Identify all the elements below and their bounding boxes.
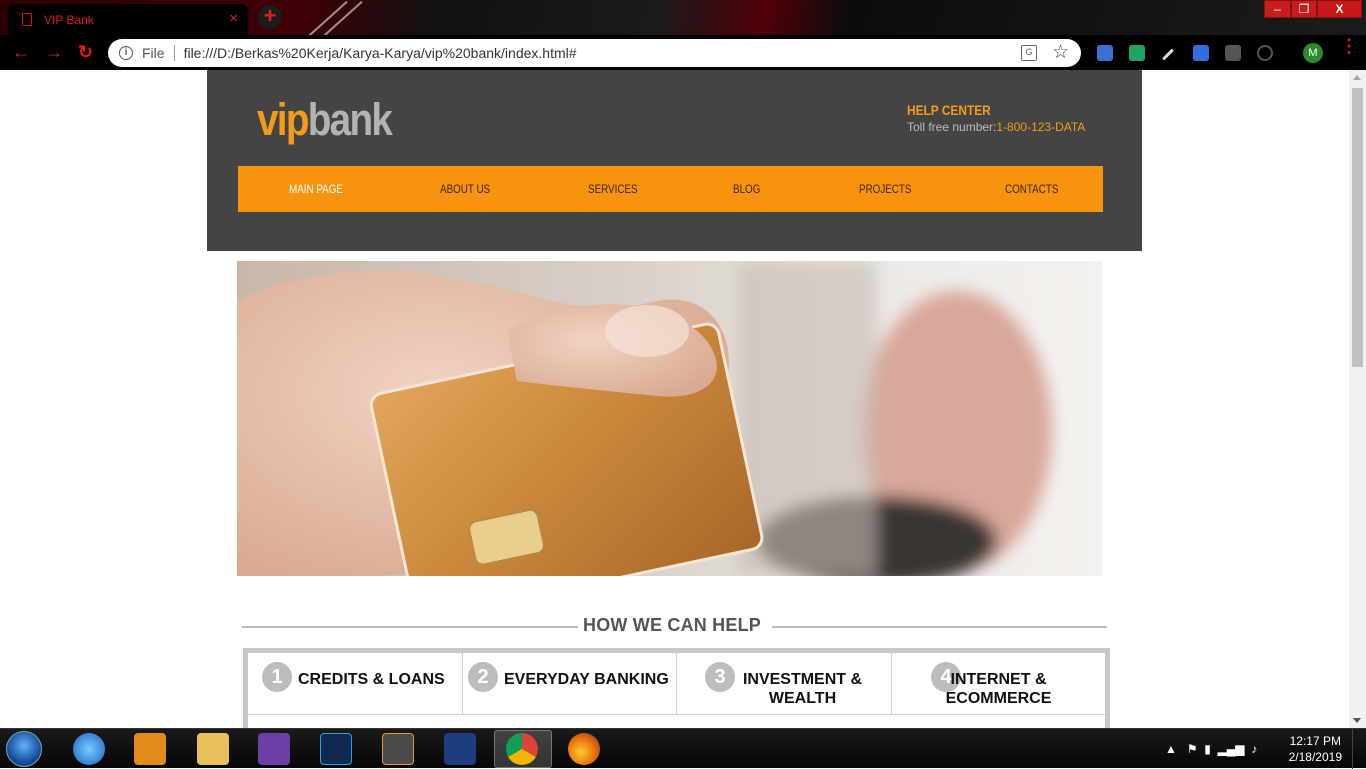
toll-free-line: Toll free number:1-800-123-DATA xyxy=(907,120,1085,134)
maximize-button[interactable]: ❐ xyxy=(1291,0,1317,18)
document-icon xyxy=(22,13,32,26)
feature-card[interactable]: 1 CREDITS & LOANS xyxy=(248,653,463,715)
forward-button[interactable]: → xyxy=(45,42,63,63)
clock-date: 2/18/2019 xyxy=(1288,750,1342,764)
browser-tab[interactable]: VIP Bank × xyxy=(8,4,248,35)
toll-free-number[interactable]: 1-800-123-DATA xyxy=(996,120,1085,134)
windows-taskbar: ▲ ⚑ ▮ ▂▄▆ ♪ 12:17 PM 2/18/2019 xyxy=(0,728,1366,769)
address-bar[interactable]: i File file:///D:/Berkas%20Kerja/Karya-K… xyxy=(108,39,1081,67)
theme-decoration xyxy=(309,0,363,35)
file-explorer-icon[interactable] xyxy=(197,733,229,765)
photoshop-icon[interactable] xyxy=(320,733,352,765)
show-desktop-button[interactable] xyxy=(1352,729,1366,769)
feature-card[interactable]: 3 INVESTMENT & WEALTH xyxy=(677,653,892,715)
url-text[interactable]: file:///D:/Berkas%20Kerja/Karya-Karya/vi… xyxy=(184,45,577,61)
reload-button[interactable]: ↻ xyxy=(78,42,93,63)
profile-avatar[interactable]: M xyxy=(1303,43,1323,63)
media-player-icon[interactable] xyxy=(134,733,166,765)
chrome-icon[interactable] xyxy=(506,733,538,765)
new-tab-button[interactable]: + xyxy=(258,5,282,29)
feature-card[interactable]: 2 EVERYDAY BANKING xyxy=(463,653,677,715)
pen-extension-icon[interactable] xyxy=(1161,48,1175,61)
clock-time: 12:17 PM xyxy=(1289,734,1341,748)
nav-main-page[interactable]: MAIN PAGE xyxy=(289,182,343,196)
vipbank-logo[interactable]: vipbank xyxy=(257,94,393,146)
bookmark-star-icon[interactable]: ☆ xyxy=(1052,41,1069,64)
feature-number-badge: 2 xyxy=(468,662,498,692)
site-header: vipbank HELP CENTER Toll free number:1-8… xyxy=(207,70,1142,251)
how-we-can-help-heading: HOW WE CAN HELP xyxy=(242,615,1107,637)
help-center: HELP CENTER Toll free number:1-800-123-D… xyxy=(907,102,1085,134)
extension-icon[interactable] xyxy=(1257,45,1273,61)
feature-title: INTERNET & ECOMMERCE xyxy=(945,671,1052,707)
sublime-text-icon[interactable] xyxy=(382,733,414,765)
hand-with-credit-card-illustration xyxy=(237,261,1102,576)
flag-extension-icon[interactable] xyxy=(1129,45,1145,61)
toll-free-label: Toll free number: xyxy=(907,120,997,134)
feature-title: EVERYDAY BANKING xyxy=(504,671,669,688)
scroll-up-arrow-icon[interactable] xyxy=(1353,75,1361,80)
browser-menu-icon[interactable]: ⋮ xyxy=(1340,37,1358,55)
feature-title: INVESTMENT & WEALTH xyxy=(742,671,863,707)
scrollbar-thumb[interactable] xyxy=(1352,88,1363,367)
system-tray[interactable]: ▲ ⚑ ▮ ▂▄▆ ♪ xyxy=(1165,742,1257,756)
hero-image xyxy=(237,261,1102,576)
system-clock[interactable]: 12:17 PM 2/18/2019 xyxy=(1289,733,1342,765)
heading-rule-left xyxy=(242,626,578,628)
minimize-button[interactable]: – xyxy=(1264,0,1291,18)
close-tab-icon[interactable]: × xyxy=(229,10,238,27)
section-title: HOW WE CAN HELP xyxy=(583,615,761,635)
back-button[interactable]: ← xyxy=(12,42,30,63)
browser-toolbar: ← → ↻ i File file:///D:/Berkas%20Kerja/K… xyxy=(0,35,1366,70)
feature-title: CREDITS & LOANS xyxy=(298,671,445,688)
browser-tab-strip: VIP Bank × + – ❐ X xyxy=(0,0,1366,35)
extension-icon[interactable] xyxy=(1097,45,1113,61)
page-viewport: vipbank HELP CENTER Toll free number:1-8… xyxy=(0,70,1349,728)
services-grid: 1 CREDITS & LOANS 2 EVERYDAY BANKING 3 I… xyxy=(243,648,1110,728)
translate-extension-icon[interactable] xyxy=(1193,45,1209,61)
logo-bank-text: bank xyxy=(307,94,393,145)
feature-number-badge: 1 xyxy=(262,662,292,692)
window-controls: – ❐ X xyxy=(1264,0,1362,18)
help-center-title: HELP CENTER xyxy=(907,102,991,118)
nav-projects[interactable]: PROJECTS xyxy=(859,182,911,196)
tab-title: VIP Bank xyxy=(44,12,94,27)
firefox-icon[interactable] xyxy=(568,733,600,765)
nav-about-us[interactable]: ABOUT US xyxy=(440,182,490,196)
heading-rule-right xyxy=(772,626,1107,628)
extension-icon[interactable] xyxy=(1225,45,1241,61)
nav-contacts[interactable]: CONTACTS xyxy=(1005,182,1058,196)
logo-vip-text: vip xyxy=(257,94,309,145)
site-info-icon[interactable]: i xyxy=(119,46,133,60)
internet-explorer-icon[interactable] xyxy=(73,733,105,765)
visual-studio-icon[interactable] xyxy=(258,733,290,765)
main-navigation: MAIN PAGE ABOUT US SERVICES BLOG PROJECT… xyxy=(238,166,1103,212)
devexpress-icon[interactable] xyxy=(444,733,476,765)
omnibox-divider xyxy=(173,45,175,61)
theme-decoration xyxy=(294,0,348,35)
scroll-down-arrow-icon[interactable] xyxy=(1353,718,1361,723)
nav-blog[interactable]: BLOG xyxy=(733,182,760,196)
translate-icon[interactable]: G xyxy=(1021,45,1037,61)
start-button[interactable] xyxy=(6,731,42,767)
file-scheme-label: File xyxy=(142,45,165,61)
nav-services[interactable]: SERVICES xyxy=(588,182,638,196)
close-window-button[interactable]: X xyxy=(1317,0,1362,18)
feature-card[interactable]: 4 INTERNET & ECOMMERCE xyxy=(892,653,1105,715)
page-scrollbar[interactable] xyxy=(1349,70,1366,728)
